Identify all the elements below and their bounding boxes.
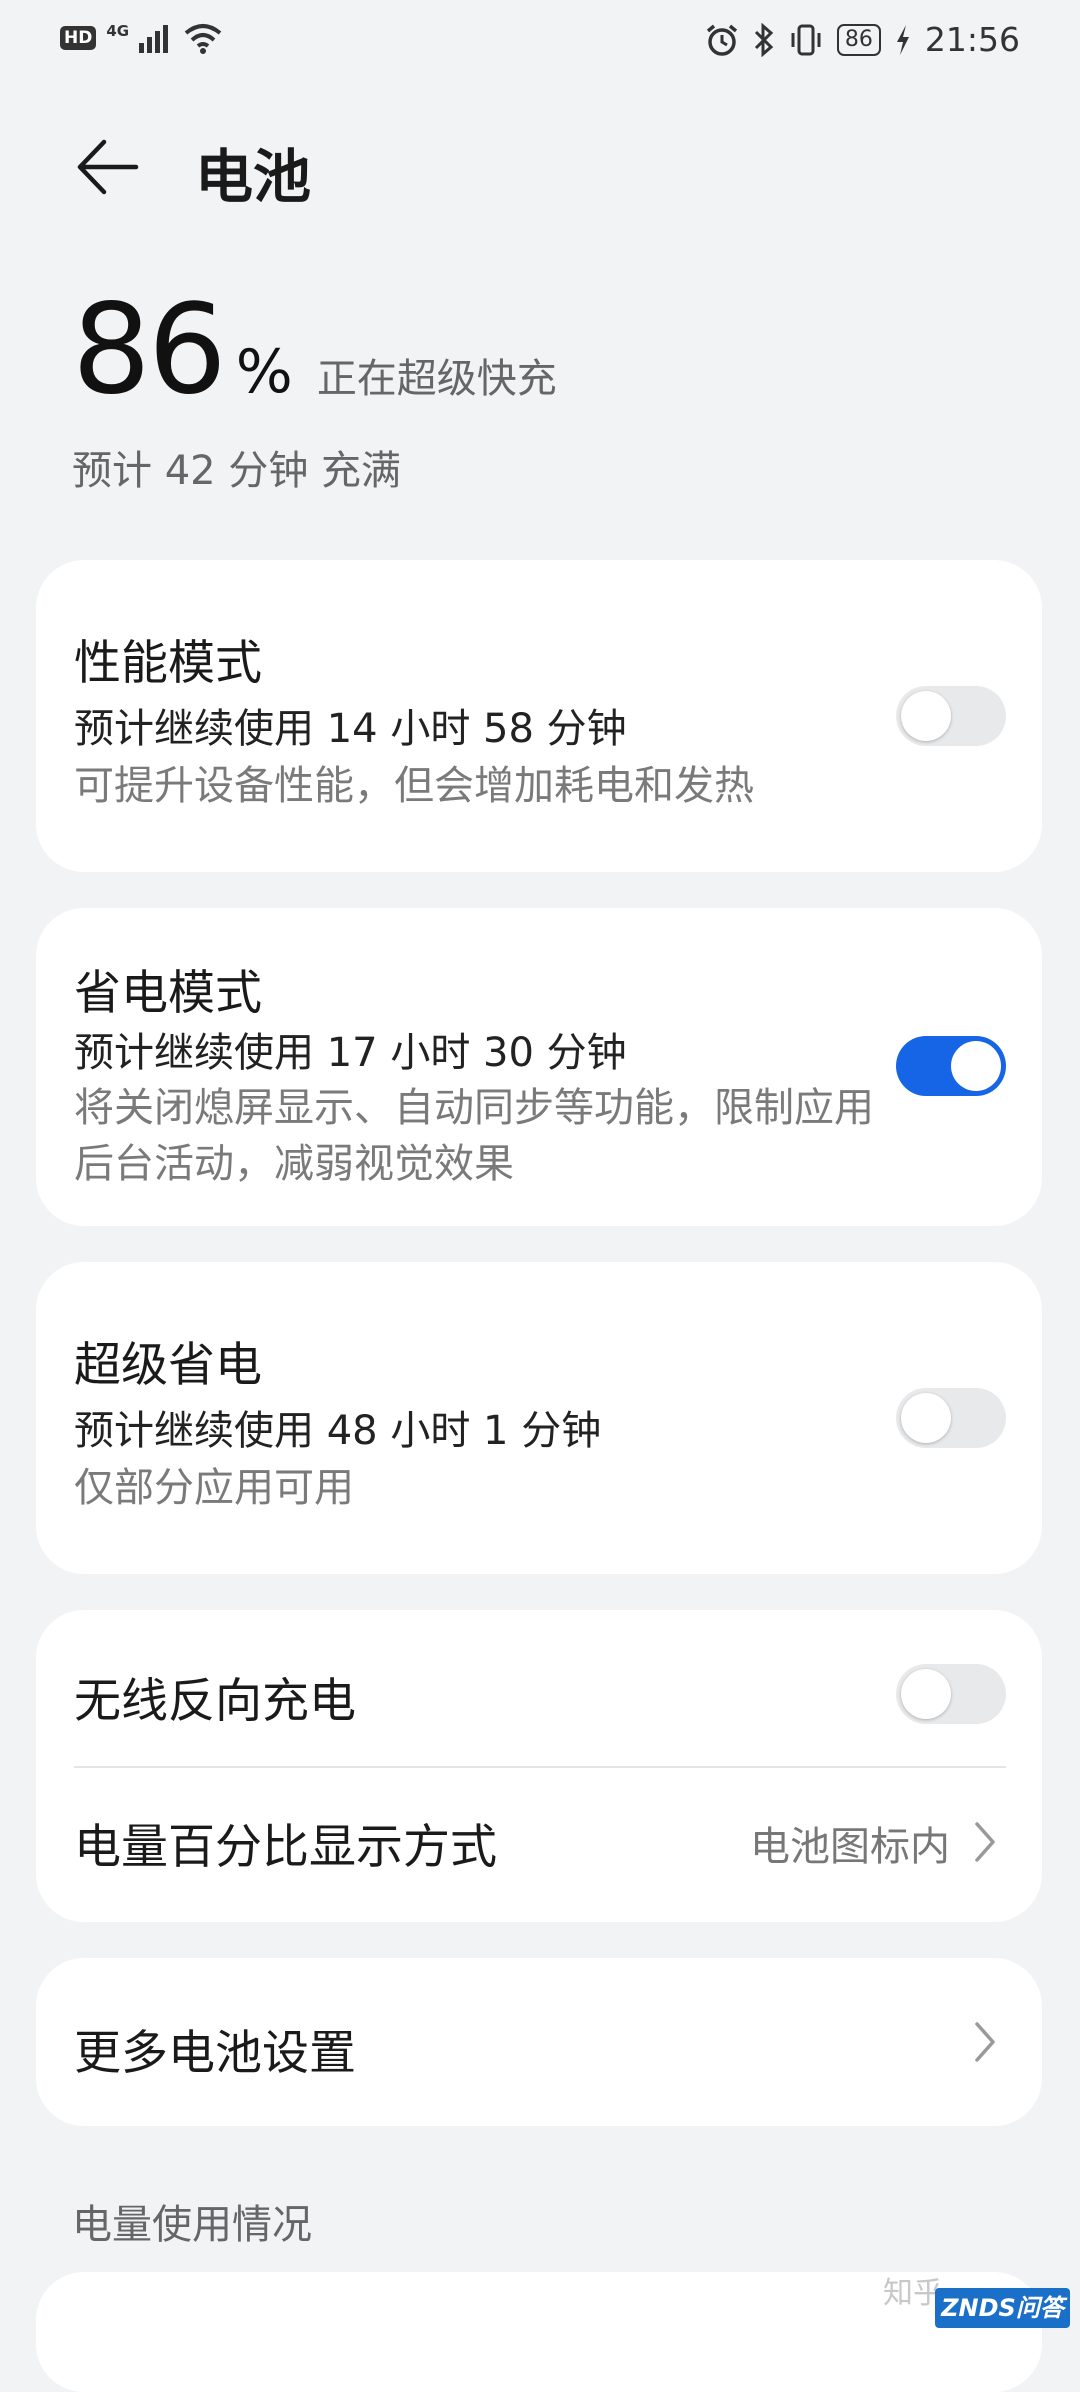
- mode-description: 仅部分应用可用: [74, 1465, 354, 1511]
- zhihu-watermark: 知乎: [883, 2276, 943, 2311]
- wireless-reverse-label: 无线反向充电: [74, 1674, 356, 1729]
- vibrate-icon: [791, 24, 821, 55]
- app-bar: 电池: [0, 120, 1080, 220]
- mode-usage: 预计继续使用 17 小时 30 分钟: [74, 1030, 627, 1076]
- percent-display-label[interactable]: 电量百分比显示方式: [74, 1808, 497, 1877]
- wifi-icon: [184, 24, 222, 54]
- more-battery-settings-card[interactable]: 更多电池设置: [36, 1958, 1042, 2126]
- battery-indicator: 86: [836, 23, 881, 56]
- usage-section-label: 电量使用情况: [72, 2202, 312, 2248]
- status-left: HD 4G: [60, 22, 223, 54]
- mode-title: 省电模式: [74, 966, 262, 1021]
- toggle-knob: [901, 1669, 951, 1719]
- hd-badge: HD: [60, 26, 97, 50]
- alarm-icon: [706, 24, 738, 56]
- mode-usage: 预计继续使用 48 小时 1 分钟: [74, 1408, 602, 1454]
- status-right: 86 21:56: [705, 20, 1020, 59]
- power-saving-mode-card[interactable]: 省电模式 预计继续使用 17 小时 30 分钟 将关闭熄屏显示、自动同步等功能，…: [36, 908, 1042, 1226]
- znds-watermark: ZNDS问答: [935, 2288, 1070, 2328]
- toggle-knob: [951, 1041, 1001, 1091]
- more-settings-label: 更多电池设置: [74, 2026, 356, 2081]
- page-title: 电池: [195, 143, 312, 211]
- back-arrow-icon[interactable]: [72, 132, 142, 202]
- mode-description: 可提升设备性能，但会增加耗电和发热: [74, 763, 754, 809]
- network-type: 4G: [106, 22, 130, 40]
- percent-display-value[interactable]: 电池图标内: [750, 1814, 950, 1872]
- mode-title: 性能模式: [74, 636, 262, 691]
- status-bar: HD 4G 86 21:56: [0, 0, 1080, 80]
- battery-percent-value: 86: [72, 278, 227, 422]
- toggle-knob: [901, 691, 951, 741]
- super-power-saving-toggle[interactable]: [896, 1388, 1006, 1448]
- mode-usage: 预计继续使用 14 小时 58 分钟: [74, 706, 627, 752]
- charging-icon: [896, 24, 909, 55]
- super-power-saving-card[interactable]: 超级省电 预计继续使用 48 小时 1 分钟 仅部分应用可用: [36, 1262, 1042, 1574]
- battery-percent-sign: %: [235, 337, 293, 407]
- performance-mode-toggle[interactable]: [896, 686, 1006, 746]
- charging-settings-card: 无线反向充电 电量百分比显示方式 电池图标内: [36, 1610, 1042, 1922]
- clock: 21:56: [924, 20, 1020, 59]
- wireless-reverse-toggle[interactable]: [896, 1664, 1006, 1724]
- performance-mode-card[interactable]: 性能模式 预计继续使用 14 小时 58 分钟 可提升设备性能，但会增加耗电和发…: [36, 560, 1042, 872]
- bluetooth-icon: [754, 22, 774, 57]
- power-saving-mode-toggle[interactable]: [896, 1036, 1006, 1096]
- charge-estimate: 预计 42 分钟 充满: [72, 448, 402, 494]
- toggle-knob: [901, 1393, 951, 1443]
- mode-title: 超级省电: [74, 1338, 262, 1393]
- chevron-right-icon[interactable]: [972, 1820, 998, 1864]
- chevron-right-icon: [975, 2022, 995, 2062]
- divider: [74, 1766, 1006, 1768]
- charging-status: 正在超级快充: [316, 356, 557, 402]
- mode-description: 将关闭熄屏显示、自动同步等功能，限制应用后台活动，减弱视觉效果: [74, 1085, 874, 1187]
- signal-icon: [139, 25, 169, 53]
- battery-level: 86 % 正在超级快充: [72, 288, 557, 412]
